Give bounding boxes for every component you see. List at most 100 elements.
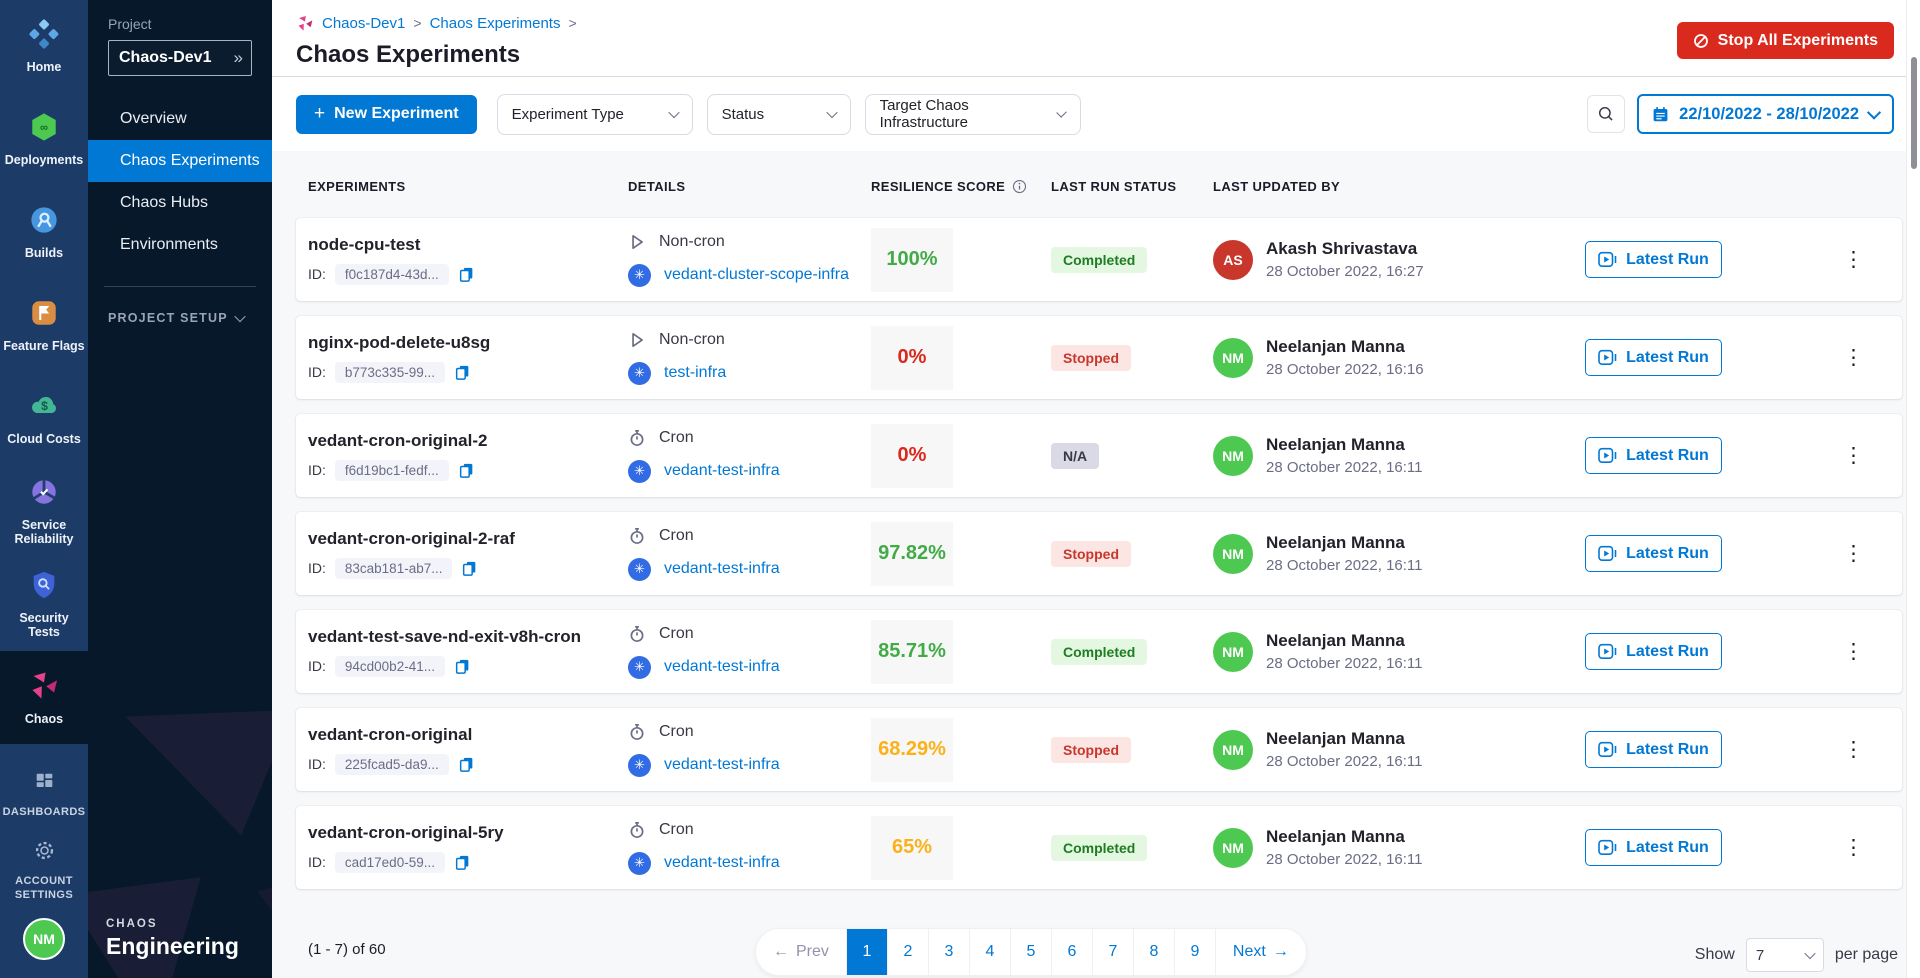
filter-label: Target Chaos Infrastructure [880, 97, 1045, 131]
kubernetes-icon [628, 558, 651, 581]
resilience-score: 97.82% [871, 522, 953, 586]
latest-run-button[interactable]: Latest Run [1585, 633, 1722, 670]
kebab-menu-icon[interactable] [1835, 734, 1872, 765]
page-button-5[interactable]: 5 [1011, 929, 1052, 975]
experiment-name[interactable]: vedant-cron-original-2 [308, 431, 628, 451]
copy-icon[interactable] [458, 266, 475, 283]
nav-item-chaos-experiments[interactable]: Chaos Experiments [88, 140, 272, 182]
kebab-menu-icon[interactable] [1835, 440, 1872, 471]
kubernetes-icon [628, 852, 651, 875]
kebab-menu-icon[interactable] [1835, 342, 1872, 373]
infra-link[interactable]: vedant-test-infra [664, 854, 780, 872]
schedule-type: Cron [659, 723, 694, 741]
page-button-9[interactable]: 9 [1175, 929, 1216, 975]
latest-run-button[interactable]: Latest Run [1585, 535, 1722, 572]
infra-link[interactable]: vedant-test-infra [664, 560, 780, 578]
page-button-1[interactable]: 1 [847, 929, 888, 975]
divider [104, 286, 256, 287]
search-icon [1597, 105, 1615, 123]
infra-link[interactable]: vedant-test-infra [664, 462, 780, 480]
account-settings-item[interactable]: ACCOUNT SETTINGS [0, 832, 88, 908]
expand-icon[interactable] [234, 48, 243, 68]
project-select-input[interactable]: Chaos-Dev1 [108, 40, 252, 76]
update-date: 28 October 2022, 16:11 [1266, 753, 1423, 770]
target-infrastructure-filter[interactable]: Target Chaos Infrastructure [865, 94, 1081, 135]
page-button-8[interactable]: 8 [1134, 929, 1175, 975]
experiment-name[interactable]: nginx-pod-delete-u8sg [308, 333, 628, 353]
module-chaos[interactable]: Chaos [0, 651, 88, 744]
id-label: ID: [308, 266, 326, 282]
per-page-select[interactable]: 7 [1746, 938, 1824, 972]
page-button-4[interactable]: 4 [970, 929, 1011, 975]
search-button[interactable] [1587, 95, 1625, 133]
user-avatar[interactable]: NM [23, 918, 65, 960]
nav-item-environments[interactable]: Environments [88, 224, 272, 266]
column-last-updated-by: LAST UPDATED BY [1213, 179, 1585, 194]
module-home[interactable]: Home [0, 0, 88, 93]
scrollbar-thumb[interactable] [1911, 57, 1917, 169]
stop-all-experiments-button[interactable]: Stop All Experiments [1677, 22, 1894, 59]
user-name: Neelanjan Manna [1266, 827, 1423, 847]
chevron-down-icon [668, 107, 679, 118]
kebab-menu-icon[interactable] [1835, 636, 1872, 667]
module-cloud-costs[interactable]: $ Cloud Costs [0, 372, 88, 465]
latest-run-button[interactable]: Latest Run [1585, 339, 1722, 376]
copy-icon[interactable] [458, 756, 475, 773]
arrow-right-icon [1273, 943, 1289, 961]
infra-link[interactable]: test-infra [664, 364, 726, 382]
experiment-name[interactable]: vedant-cron-original-2-raf [308, 529, 628, 549]
page-button-2[interactable]: 2 [888, 929, 929, 975]
experiment-name[interactable]: vedant-test-save-nd-exit-v8h-cron [308, 627, 628, 647]
id-label: ID: [308, 756, 326, 772]
status-badge: Stopped [1051, 345, 1131, 371]
nav-item-overview[interactable]: Overview [88, 98, 272, 140]
module-security-tests[interactable]: Security Tests [0, 558, 88, 651]
module-sidebar: Home ∞ Deployments Builds Feature Flags … [0, 0, 88, 978]
vertical-scrollbar[interactable] [1906, 0, 1920, 978]
update-date: 28 October 2022, 16:11 [1266, 655, 1423, 672]
experiment-name[interactable]: node-cpu-test [308, 235, 628, 255]
breadcrumb-page[interactable]: Chaos Experiments [430, 15, 561, 32]
latest-run-button[interactable]: Latest Run [1585, 437, 1722, 474]
experiment-type-filter[interactable]: Experiment Type [497, 94, 693, 135]
project-setup-toggle[interactable]: PROJECT SETUP [108, 311, 244, 325]
module-feature-flags[interactable]: Feature Flags [0, 279, 88, 372]
prev-page-button[interactable]: Prev [756, 929, 847, 975]
latest-run-button[interactable]: Latest Run [1585, 241, 1722, 278]
infra-link[interactable]: vedant-test-infra [664, 756, 780, 774]
breadcrumb-project[interactable]: Chaos-Dev1 [322, 15, 405, 32]
infra-link[interactable]: vedant-test-infra [664, 658, 780, 676]
copy-icon[interactable] [458, 462, 475, 479]
copy-icon[interactable] [454, 364, 471, 381]
copy-icon[interactable] [461, 560, 478, 577]
nav-item-chaos-hubs[interactable]: Chaos Hubs [88, 182, 272, 224]
experiment-name[interactable]: vedant-cron-original-5ry [308, 823, 628, 843]
module-deployments[interactable]: ∞ Deployments [0, 93, 88, 186]
kebab-menu-icon[interactable] [1835, 538, 1872, 569]
chevron-down-icon [1056, 107, 1067, 118]
info-icon[interactable] [1012, 179, 1027, 194]
module-builds[interactable]: Builds [0, 186, 88, 279]
kebab-menu-icon[interactable] [1835, 832, 1872, 863]
status-filter[interactable]: Status [707, 94, 851, 135]
module-service-reliability[interactable]: Service Reliability [0, 465, 88, 558]
experiment-name[interactable]: vedant-cron-original [308, 725, 628, 745]
next-page-button[interactable]: Next [1216, 929, 1306, 975]
date-range-picker[interactable]: 22/10/2022 - 28/10/2022 [1637, 94, 1894, 134]
infra-link[interactable]: vedant-cluster-scope-infra [664, 266, 849, 284]
page-button-6[interactable]: 6 [1052, 929, 1093, 975]
copy-icon[interactable] [454, 854, 471, 871]
new-experiment-button[interactable]: + New Experiment [296, 95, 477, 134]
kebab-menu-icon[interactable] [1835, 244, 1872, 275]
service-reliability-icon [29, 477, 59, 512]
user-name: Neelanjan Manna [1266, 729, 1423, 749]
user-name: Akash Shrivastava [1266, 239, 1424, 259]
pagination-pill: Prev 1 2 3 4 5 6 7 8 9 Next [755, 928, 1307, 976]
dashboards-item[interactable]: DASHBOARDS [0, 756, 88, 832]
latest-run-button[interactable]: Latest Run [1585, 731, 1722, 768]
page-button-3[interactable]: 3 [929, 929, 970, 975]
copy-icon[interactable] [454, 658, 471, 675]
page-button-7[interactable]: 7 [1093, 929, 1134, 975]
main-content: Chaos-Dev1 > Chaos Experiments > Chaos E… [272, 0, 1920, 978]
latest-run-button[interactable]: Latest Run [1585, 829, 1722, 866]
